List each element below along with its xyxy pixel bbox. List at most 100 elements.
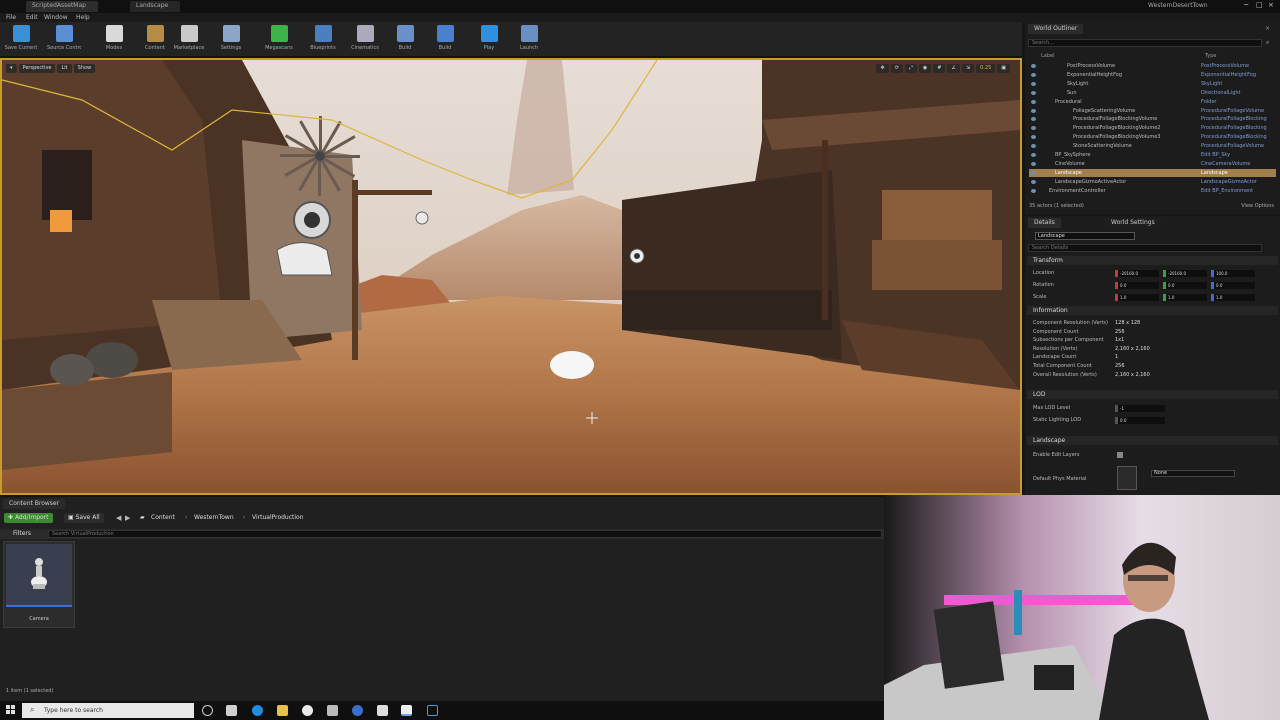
toolbar-button-0[interactable]: Save Current — [4, 24, 38, 55]
toolbar-button-5[interactable]: Settings — [214, 24, 248, 55]
app-icon[interactable] — [427, 705, 438, 716]
enable-edit-layers-checkbox[interactable] — [1117, 452, 1123, 458]
tab-scripted-asset-map[interactable]: ScriptedAssetMap — [26, 1, 98, 12]
visibility-eye-icon[interactable] — [1031, 153, 1036, 157]
outliner-row[interactable]: PostProcessVolume PostProcessVolume — [1029, 62, 1276, 70]
scale-snap-icon[interactable]: ⇲ — [961, 64, 975, 73]
outliner-row[interactable]: CineVolume CineCameraVolume — [1029, 160, 1276, 168]
outliner-row[interactable]: Sun DirectionalLight — [1029, 89, 1276, 97]
translate-icon[interactable]: ✥ — [876, 64, 889, 73]
rotation-snap-icon[interactable]: ∠ — [947, 64, 960, 73]
actor-name-field[interactable]: Landscape — [1035, 232, 1135, 240]
app-icon[interactable] — [327, 705, 338, 716]
transform-x-field[interactable]: 1.0 — [1115, 294, 1159, 301]
section-landscape[interactable]: Landscape — [1027, 436, 1278, 445]
tab-landscape[interactable]: Landscape — [130, 1, 180, 12]
transform-z-field[interactable]: 100.0 — [1211, 270, 1255, 277]
back-arrow-icon[interactable]: ◀ — [116, 514, 121, 522]
world-icon[interactable]: ◉ — [918, 64, 932, 73]
tab-details[interactable]: Details — [1028, 218, 1061, 228]
lod-value-field[interactable]: 0.0 — [1115, 417, 1165, 424]
show-button[interactable]: Show — [73, 64, 96, 73]
transform-y-field[interactable]: -20160.0 — [1163, 270, 1207, 277]
outliner-row[interactable]: ProceduralFoliageBlockingVolume2 Procedur… — [1029, 124, 1276, 132]
visibility-eye-icon[interactable] — [1031, 135, 1036, 140]
app-icon[interactable] — [352, 705, 363, 716]
menu-file[interactable]: File — [6, 14, 16, 21]
menu-help[interactable]: Help — [76, 14, 90, 21]
minimize-button[interactable]: ─ — [1244, 1, 1248, 9]
transform-z-field[interactable]: 0.0 — [1211, 282, 1255, 289]
view-mode-button[interactable]: Lit — [57, 64, 72, 73]
section-transform[interactable]: Transform — [1027, 256, 1278, 265]
add-import-button[interactable]: ✚ Add/Import — [4, 513, 53, 523]
windows-start-icon[interactable] — [6, 705, 16, 715]
toolbar-button-12[interactable]: Launch — [512, 24, 546, 55]
transform-z-field[interactable]: 1.0 — [1211, 294, 1255, 301]
transform-x-field[interactable]: -20160.0 — [1115, 270, 1159, 277]
transform-y-field[interactable]: 1.0 — [1163, 294, 1207, 301]
view-options-button[interactable]: View Options — [1241, 203, 1274, 209]
visibility-eye-icon[interactable] — [1031, 108, 1036, 113]
phys-material-dropdown[interactable]: None — [1151, 470, 1235, 477]
visibility-eye-icon[interactable] — [1031, 179, 1036, 184]
breadcrumb-westerntown[interactable]: WesternTown — [194, 514, 234, 521]
visibility-eye-icon[interactable] — [1031, 72, 1036, 77]
maximize-button[interactable]: □ — [1256, 1, 1263, 9]
grid-snap-icon[interactable]: # — [933, 64, 946, 73]
camera-asset-tile[interactable]: Camera — [3, 541, 75, 628]
save-all-button[interactable]: ▣ Save All — [64, 513, 104, 523]
outliner-row[interactable]: BP_SkySphere Edit BP_Sky — [1029, 151, 1276, 159]
outliner-row[interactable]: ProceduralFoliageBlockingVolume Procedura… — [1029, 115, 1276, 123]
visibility-eye-icon[interactable] — [1031, 188, 1036, 193]
forward-arrow-icon[interactable]: ▶ — [125, 514, 130, 522]
tab-content-browser[interactable]: Content Browser — [3, 499, 66, 509]
app-icon[interactable] — [377, 705, 388, 716]
perspective-button[interactable]: Perspective — [18, 64, 56, 73]
viewport-options-button[interactable]: ▾ — [6, 64, 17, 73]
filters-button[interactable]: Filters — [13, 530, 31, 537]
tab-world-outliner[interactable]: World Outliner — [1028, 24, 1084, 34]
cortana-icon[interactable] — [202, 705, 213, 716]
outliner-row[interactable]: LandscapeGizmoActiveActor LandscapeGizmoA… — [1029, 178, 1276, 186]
column-label[interactable]: Label — [1041, 53, 1055, 59]
details-search-input[interactable]: Search Details — [1028, 244, 1262, 252]
outliner-row[interactable]: ProceduralFoliageBlockingVolume3 Procedur… — [1029, 133, 1276, 141]
transform-x-field[interactable]: 0.0 — [1115, 282, 1159, 289]
toolbar-button-3[interactable]: Content — [138, 24, 172, 55]
outliner-row[interactable]: FoliageScatteringVolume ProceduralFoliage… — [1029, 107, 1276, 115]
toolbar-button-4[interactable]: Marketplace — [172, 24, 206, 55]
file-explorer-icon[interactable] — [277, 705, 288, 716]
section-information[interactable]: Information — [1027, 306, 1278, 315]
toolbar-button-7[interactable]: Blueprints — [306, 24, 340, 55]
visibility-eye-icon[interactable] — [1031, 126, 1036, 131]
menu-window[interactable]: Window — [44, 14, 68, 21]
breadcrumb-virtualproduction[interactable]: VirtualProduction — [252, 514, 304, 521]
visibility-eye-icon[interactable] — [1031, 64, 1036, 68]
lod-value-field[interactable]: -1 — [1115, 405, 1165, 412]
menu-edit[interactable]: Edit — [26, 14, 38, 21]
visibility-eye-icon[interactable] — [1031, 170, 1036, 175]
column-type[interactable]: Type — [1205, 53, 1216, 59]
camera-speed-value[interactable]: 0.25 — [976, 64, 996, 73]
content-search-input[interactable]: Search VirtualProduction — [48, 530, 882, 538]
toolbar-button-8[interactable]: Cinematics — [348, 24, 382, 55]
toolbar-button-1[interactable]: Source Control — [47, 24, 81, 55]
unreal-engine-icon[interactable] — [401, 705, 412, 716]
outliner-row[interactable]: SkyLight SkyLight — [1029, 80, 1276, 88]
tab-world-settings[interactable]: World Settings — [1105, 218, 1161, 228]
visibility-eye-icon[interactable] — [1031, 144, 1036, 149]
outliner-row[interactable]: Procedural Folder — [1029, 98, 1276, 106]
toolbar-button-6[interactable]: Megascans — [262, 24, 296, 55]
taskbar-search-input[interactable]: Type here to search — [22, 703, 194, 718]
toolbar-button-2[interactable]: Modes — [97, 24, 131, 55]
toolbar-button-10[interactable]: Build — [428, 24, 462, 55]
outliner-row[interactable]: EnvironmentController Edit BP_Environment — [1029, 187, 1276, 195]
close-icon[interactable]: × — [1265, 25, 1270, 32]
visibility-eye-icon[interactable] — [1031, 90, 1036, 95]
transform-y-field[interactable]: 0.0 — [1163, 282, 1207, 289]
outliner-row[interactable]: Landscape Landscape — [1029, 168, 1276, 177]
close-icon[interactable]: × — [1268, 1, 1274, 9]
visibility-eye-icon[interactable] — [1031, 161, 1036, 166]
breadcrumb-content[interactable]: Content — [151, 514, 175, 521]
